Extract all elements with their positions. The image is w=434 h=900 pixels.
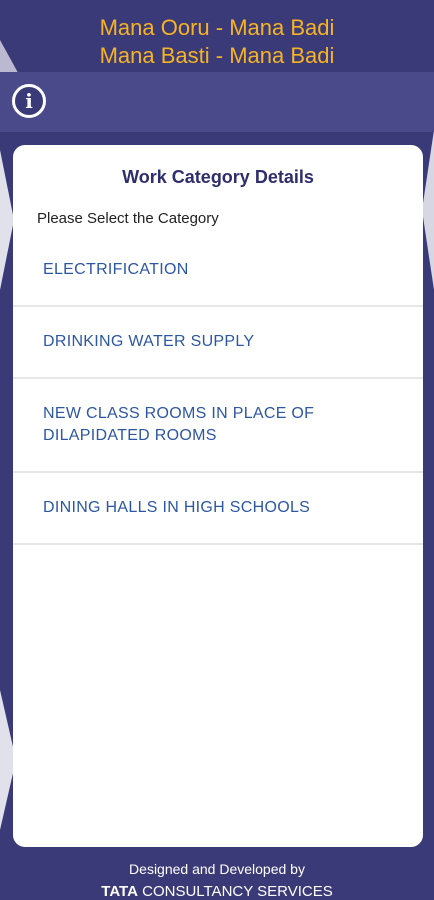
footer-credit: Designed and Developed by — [129, 861, 305, 877]
footer: Designed and Developed by TATA CONSULTAN… — [0, 861, 434, 900]
category-item-electrification[interactable]: ELECTRIFICATION — [13, 235, 423, 307]
card-title: Work Category Details — [122, 167, 314, 187]
category-item-class-rooms[interactable]: NEW CLASS ROOMS IN PLACE OF DILAPIDATED … — [13, 379, 423, 473]
category-item-dining-halls[interactable]: DINING HALLS IN HIGH SCHOOLS — [13, 473, 423, 545]
card-subtitle: Please Select the Category — [37, 210, 219, 227]
footer-company: TATA CONSULTANCY SERVICES — [0, 883, 434, 900]
app-header: Mana Ooru - Mana Badi Mana Basti - Mana … — [0, 0, 434, 72]
category-item-label: DRINKING WATER SUPPLY — [43, 333, 255, 350]
background-decoration — [422, 130, 434, 290]
background-decoration — [0, 150, 14, 290]
category-item-label: DINING HALLS IN HIGH SCHOOLS — [43, 499, 311, 516]
category-item-drinking-water[interactable]: DRINKING WATER SUPPLY — [13, 307, 423, 379]
category-list: ELECTRIFICATION DRINKING WATER SUPPLY NE… — [13, 235, 423, 545]
info-bar — [0, 72, 434, 132]
category-item-label: NEW CLASS ROOMS IN PLACE OF DILAPIDATED … — [43, 405, 315, 444]
info-icon[interactable]: i — [12, 84, 46, 118]
category-item-label: ELECTRIFICATION — [43, 261, 189, 278]
footer-company-name: CONSULTANCY SERVICES — [142, 883, 333, 900]
footer-brand: TATA — [101, 883, 138, 900]
header-title-line1: Mana Ooru - Mana Badi — [99, 15, 335, 40]
category-card: Work Category Details Please Select the … — [13, 145, 423, 847]
header-title-line2: Mana Basti - Mana Badi — [99, 43, 335, 68]
